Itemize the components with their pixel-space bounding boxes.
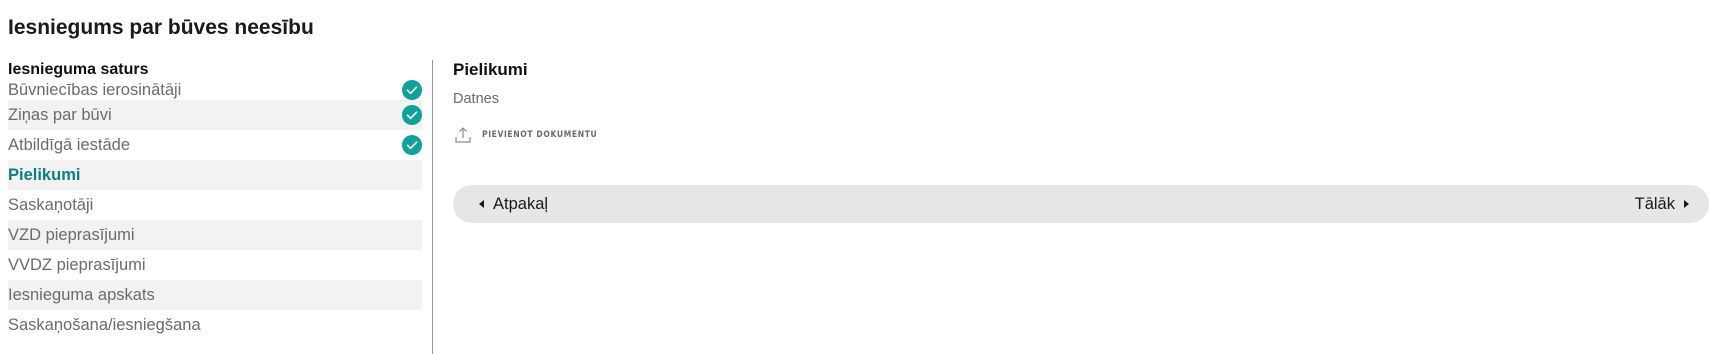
check-circle-icon	[402, 135, 422, 155]
sidebar-item-label: VZD pieprasījumi	[8, 226, 135, 244]
upload-icon	[453, 125, 473, 145]
add-document-button[interactable]: PIEVIENOT DOKUMENTU	[453, 125, 1709, 145]
back-button-label: Atpakaļ	[493, 195, 549, 213]
sidebar-item-vzd-pieprasijumi[interactable]: VZD pieprasījumi	[8, 220, 422, 250]
back-button[interactable]: Atpakaļ	[479, 185, 548, 223]
sidebar-item-label: Ziņas par būvi	[8, 106, 112, 124]
sidebar-item-label: Saskaņotāji	[8, 196, 94, 214]
step-navigation-bar: Atpakaļ Tālāk	[453, 185, 1709, 223]
sidebar-item-pielikumi[interactable]: Pielikumi	[8, 160, 422, 190]
vertical-divider	[432, 60, 433, 354]
main-content: Pielikumi Datnes PIEVIENOT DOKUMENTU	[453, 60, 1709, 145]
triangle-left-icon	[479, 200, 484, 208]
sidebar-item-iesnieguma-apskats[interactable]: Iesnieguma apskats	[8, 280, 422, 310]
sidebar-item-atbildiga-iestade[interactable]: Atbildīgā iestāde	[8, 130, 422, 160]
sidebar-item-label: Saskaņošana/iesniegšana	[8, 316, 201, 334]
next-button[interactable]: Tālāk	[1635, 185, 1689, 223]
check-circle-icon	[402, 105, 422, 125]
sidebar-item-zinas-par-buvi[interactable]: Ziņas par būvi	[8, 100, 422, 130]
sidebar-item-saskanotaji[interactable]: Saskaņotāji	[8, 190, 422, 220]
sidebar-nav: Iesnieguma saturs Būvniecības ierosinātā…	[8, 60, 422, 340]
page-title: Iesniegums par būves neesību	[8, 16, 314, 39]
sidebar-item-label: Pielikumi	[8, 166, 81, 184]
sidebar-item-label: Iesnieguma apskats	[8, 286, 155, 304]
triangle-right-icon	[1684, 200, 1689, 208]
sidebar-item-saskanosana-iesniegsana[interactable]: Saskaņošana/iesniegšana	[8, 310, 422, 340]
next-button-label: Tālāk	[1634, 195, 1675, 213]
files-label: Datnes	[453, 91, 499, 107]
section-title: Pielikumi	[453, 60, 528, 79]
sidebar-heading: Iesnieguma saturs	[8, 61, 149, 78]
sidebar-item-label: VVDZ pieprasījumi	[8, 256, 146, 274]
check-circle-icon	[402, 80, 422, 100]
sidebar-item-label: Būvniecības ierosinātāji	[8, 81, 182, 99]
sidebar-item-vvdz-pieprasijumi[interactable]: VVDZ pieprasījumi	[8, 250, 422, 280]
step-list: Būvniecības ierosinātāji Ziņas par būvi …	[8, 80, 422, 340]
add-document-label: PIEVIENOT DOKUMENTU	[482, 130, 598, 140]
sidebar-item-label: Atbildīgā iestāde	[8, 136, 131, 154]
sidebar-item-buvniecibas-ierosinataji[interactable]: Būvniecības ierosinātāji	[8, 80, 422, 100]
